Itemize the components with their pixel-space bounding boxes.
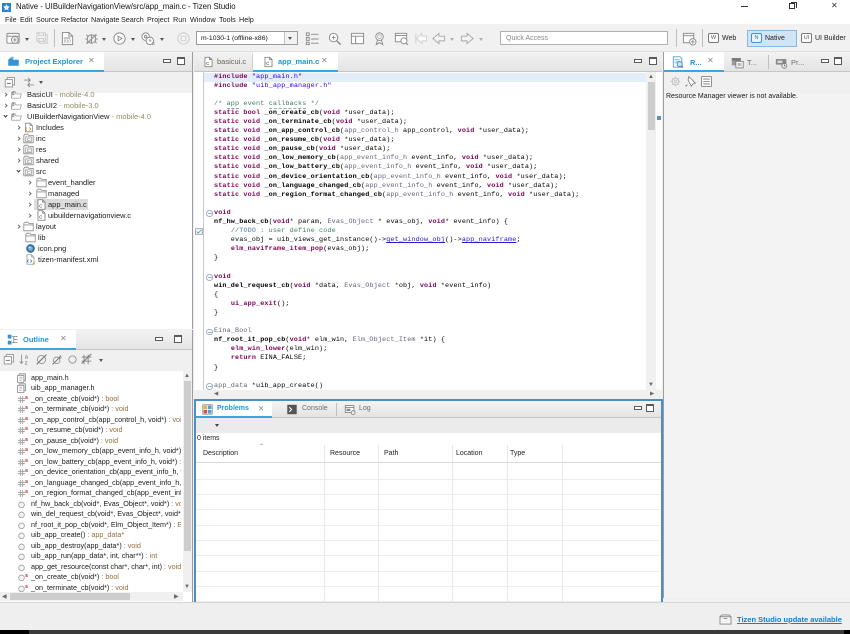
svg-text:010: 010: [64, 39, 72, 44]
svg-text:c: c: [266, 60, 269, 67]
svg-text:s: s: [59, 355, 62, 361]
svg-text:z: z: [25, 360, 28, 366]
svg-text:c: c: [206, 60, 209, 67]
